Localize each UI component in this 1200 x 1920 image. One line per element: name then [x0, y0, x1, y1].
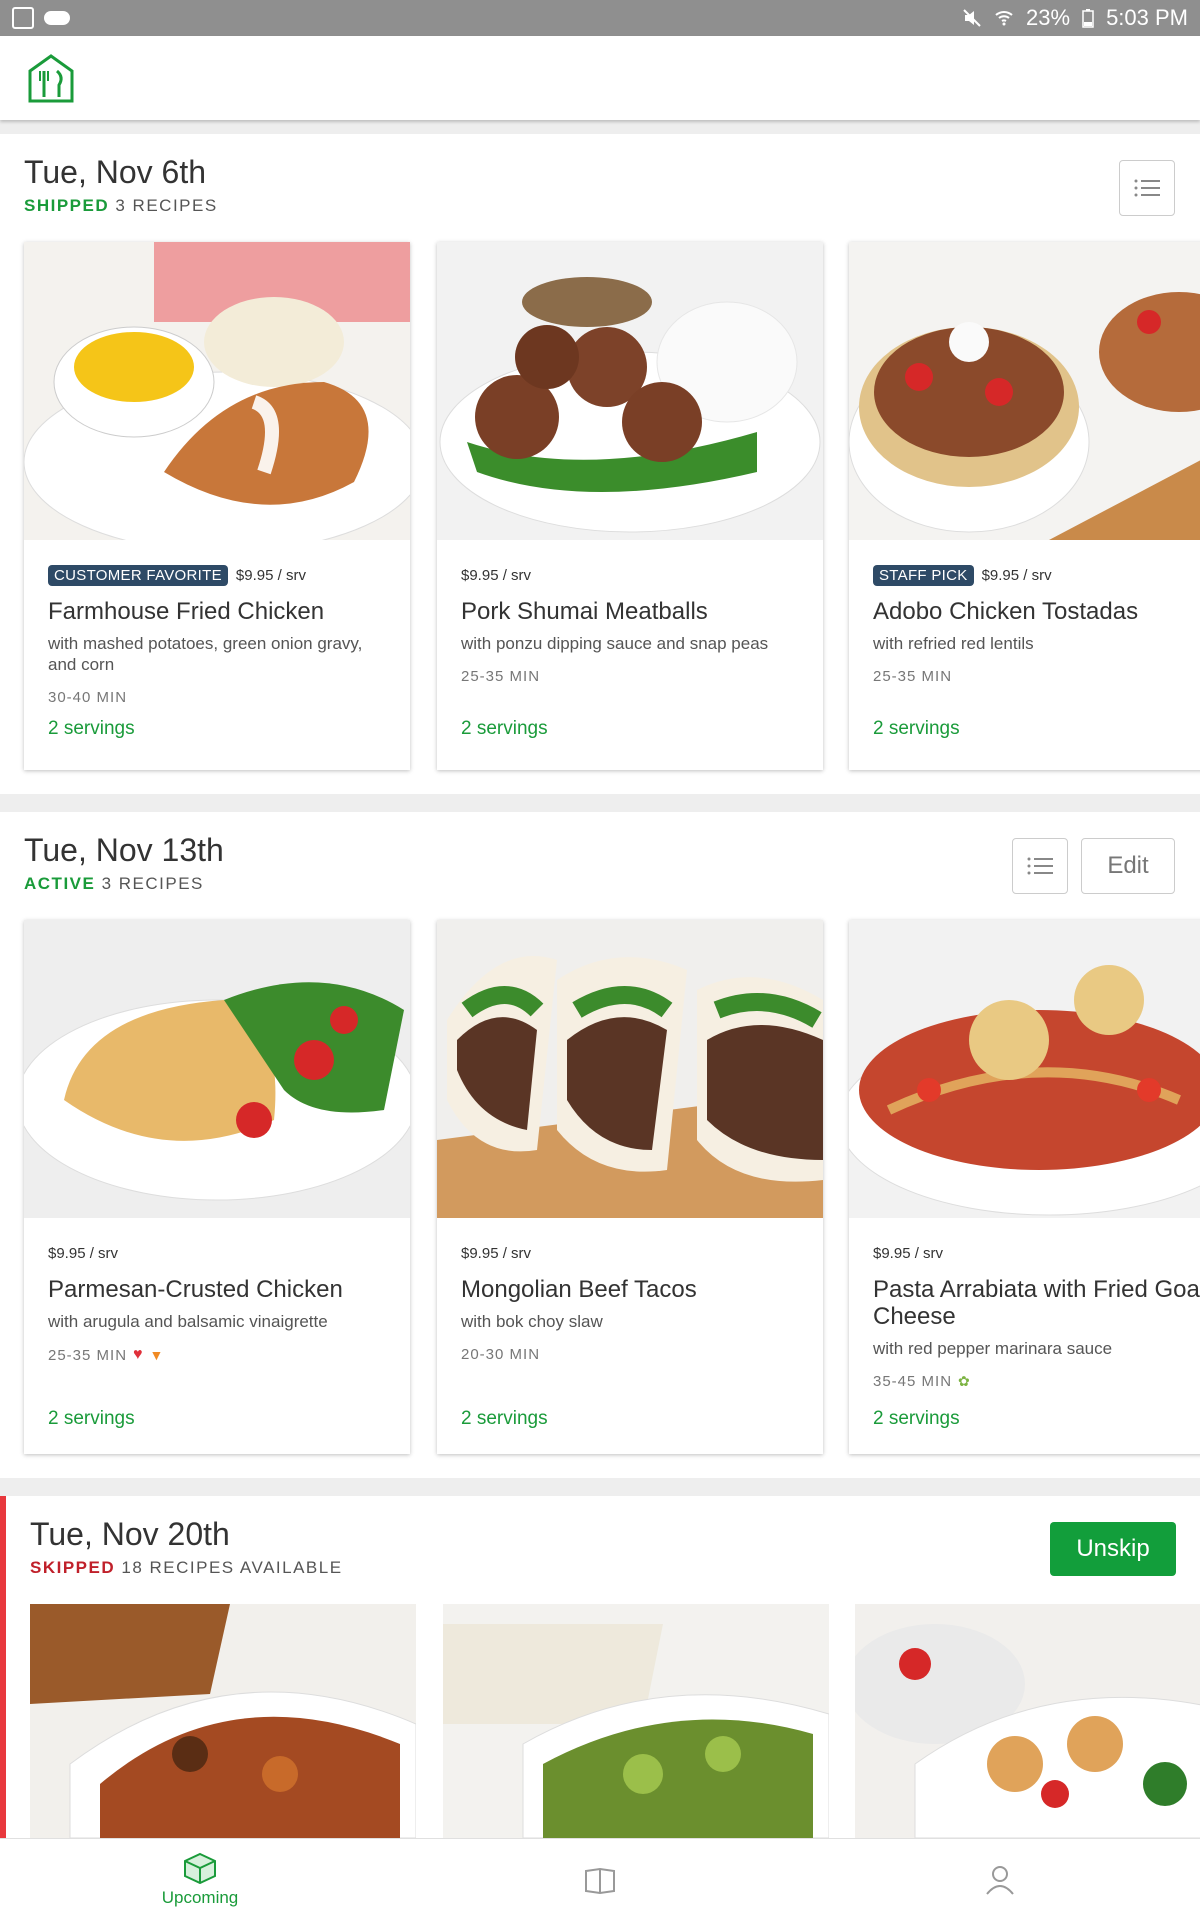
- flipboard-icon: [12, 7, 34, 29]
- recipe-image: [437, 242, 823, 540]
- battery-icon: [1082, 9, 1094, 28]
- recipe-badge: CUSTOMER FAVORITE: [48, 564, 228, 586]
- app-header: [0, 36, 1200, 120]
- recipe-image: [30, 1604, 416, 1838]
- recipe-meta: CUSTOMER FAVORITE $9.95 / srv: [48, 564, 386, 586]
- recipe-badge: STAFF PICK: [873, 564, 974, 586]
- recipe-price: $9.95 / srv: [981, 566, 1052, 584]
- recipe-time: 25-35 MIN: [873, 668, 953, 685]
- recipe-image: [849, 920, 1200, 1218]
- servings-link[interactable]: 2 servings: [873, 1408, 960, 1430]
- week-date: Tue, Nov 13th: [24, 832, 224, 868]
- recipe-description: with ponzu dipping sauce and snap peas: [461, 634, 769, 653]
- recipe-price: $9.95 / srv: [873, 1244, 944, 1262]
- bottom-nav: Upcoming: [0, 1838, 1200, 1920]
- nav-account[interactable]: [800, 1839, 1200, 1920]
- recipe-description: with arugula and balsamic vinaigrette: [48, 1312, 328, 1331]
- person-icon: [986, 1865, 1014, 1895]
- recipe-image: [855, 1604, 1200, 1838]
- recipe-title: Mongolian Beef Tacos: [461, 1276, 697, 1303]
- carrot-icon: ▼: [149, 1347, 165, 1363]
- recipe-meta: $9.95 / srv: [461, 1242, 799, 1264]
- recipe-card[interactable]: $9.95 / srv Mongolian Beef Tacos with bo…: [437, 920, 823, 1454]
- recipe-meta: $9.95 / srv: [461, 564, 799, 586]
- recipe-card[interactable]: [30, 1604, 416, 1838]
- recipe-price: $9.95 / srv: [235, 566, 306, 584]
- box-icon: [184, 1852, 216, 1884]
- recipe-image: [443, 1604, 829, 1838]
- recipe-title: Pasta Arrabiata with Fried Goat Cheese: [873, 1276, 1200, 1330]
- list-icon: [1027, 857, 1053, 875]
- recipe-card[interactable]: $9.95 / srv Pork Shumai Meatballs with p…: [437, 242, 823, 770]
- week-date: Tue, Nov 6th: [24, 154, 207, 190]
- recipe-card[interactable]: STAFF PICK $9.95 / srv Adobo Chicken Tos…: [849, 242, 1200, 770]
- week-date: Tue, Nov 20th: [30, 1516, 230, 1552]
- servings-link[interactable]: 2 servings: [461, 718, 548, 740]
- recipe-card[interactable]: $9.95 / srv Pasta Arrabiata with Fried G…: [849, 920, 1200, 1454]
- recipe-card[interactable]: CUSTOMER FAVORITE $9.95 / srv Farmhouse …: [24, 242, 410, 770]
- wifi-icon: [995, 11, 1013, 26]
- menu-list-button[interactable]: [1119, 160, 1175, 216]
- week-section: Tue, Nov 20th SKIPPED 18 RECIPES AVAILAB…: [0, 1496, 1200, 1838]
- recipe-image: [849, 242, 1200, 540]
- week-section: Tue, Nov 13th ACTIVE 3 RECIPES Edit $9.9…: [0, 812, 1200, 1478]
- recipe-count: 3 RECIPES: [115, 196, 218, 215]
- recipe-card[interactable]: $9.95 / srv Parmesan-Crusted Chicken wit…: [24, 920, 410, 1454]
- menu-list-button[interactable]: [1012, 838, 1068, 894]
- week-status-line: ACTIVE 3 RECIPES: [24, 874, 204, 894]
- nav-upcoming[interactable]: Upcoming: [0, 1839, 400, 1920]
- recipe-count: 18 RECIPES AVAILABLE: [121, 1558, 343, 1577]
- status-label: ACTIVE: [24, 874, 96, 893]
- recipe-title: Parmesan-Crusted Chicken: [48, 1276, 343, 1303]
- heart-icon: ♥: [133, 1346, 144, 1363]
- unskip-button[interactable]: Unskip: [1050, 1522, 1176, 1576]
- recipe-image: [24, 920, 410, 1218]
- recipe-description: with bok choy slaw: [461, 1312, 603, 1331]
- battery-percent: 23%: [1026, 5, 1071, 30]
- status-label: SKIPPED: [30, 1558, 116, 1577]
- clock: 5:03 PM: [1106, 5, 1188, 30]
- week-status-line: SHIPPED 3 RECIPES: [24, 196, 218, 216]
- recipe-price: $9.95 / srv: [48, 1244, 119, 1262]
- edit-button[interactable]: Edit: [1081, 838, 1175, 894]
- leaf-icon: ✿: [958, 1373, 971, 1389]
- servings-link[interactable]: 2 servings: [48, 1408, 135, 1430]
- fork-knife-house-icon[interactable]: [24, 51, 78, 105]
- week-section: Tue, Nov 6th SHIPPED 3 RECIPES CUSTOMER …: [0, 134, 1200, 794]
- recipe-time: 20-30 MIN: [461, 1346, 541, 1363]
- recipe-title: Adobo Chicken Tostadas: [873, 598, 1139, 625]
- recipe-meta: $9.95 / srv: [48, 1242, 386, 1264]
- recipe-title: Pork Shumai Meatballs: [461, 598, 708, 625]
- recipe-image: [437, 920, 823, 1218]
- nav-label: Upcoming: [161, 1887, 239, 1907]
- recipe-title: Farmhouse Fried Chicken: [48, 598, 325, 625]
- recipe-price: $9.95 / srv: [461, 1244, 532, 1262]
- status-bar: 23% 5:03 PM: [0, 0, 1200, 36]
- recipe-price: $9.95 / srv: [461, 566, 532, 584]
- nav-cookbook[interactable]: [400, 1839, 800, 1920]
- week-status-line: SKIPPED 18 RECIPES AVAILABLE: [30, 1558, 343, 1578]
- servings-link[interactable]: 2 servings: [873, 718, 960, 740]
- recipe-card[interactable]: [855, 1604, 1200, 1838]
- recipe-description: with refried red lentils: [873, 634, 1034, 653]
- recipe-description: with mashed potatoes, green onion gravy,…: [48, 634, 363, 674]
- status-label: SHIPPED: [24, 196, 110, 215]
- recipe-card[interactable]: [443, 1604, 829, 1838]
- book-icon: [585, 1867, 615, 1894]
- recipe-time: 30-40 MIN: [48, 689, 128, 706]
- list-icon: [1134, 179, 1160, 197]
- mute-icon: [963, 9, 981, 27]
- recipe-meta: $9.95 / srv: [873, 1242, 1200, 1264]
- recipe-meta: STAFF PICK $9.95 / srv: [873, 564, 1200, 586]
- recipe-description: with red pepper marinara sauce: [873, 1339, 1113, 1358]
- servings-link[interactable]: 2 servings: [48, 718, 135, 740]
- recipe-count: 3 RECIPES: [101, 874, 204, 893]
- recipe-time: 25-35 MIN ♥ ▼: [48, 1346, 165, 1364]
- recipe-time: 25-35 MIN: [461, 668, 541, 685]
- servings-link[interactable]: 2 servings: [461, 1408, 548, 1430]
- recipe-time: 35-45 MIN ✿: [873, 1373, 971, 1390]
- recipe-image: [24, 242, 410, 540]
- cloud-icon: [44, 11, 70, 25]
